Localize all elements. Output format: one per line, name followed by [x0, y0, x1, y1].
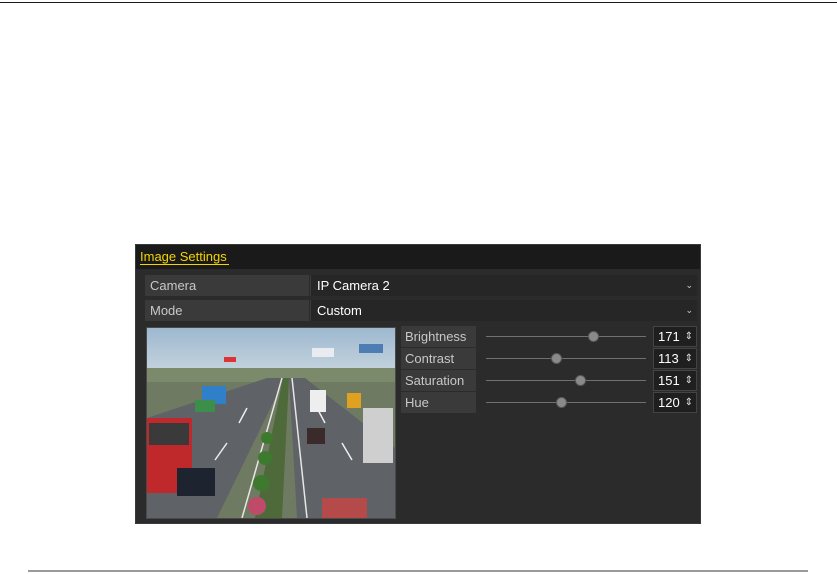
saturation-label: Saturation [401, 370, 476, 391]
contrast-label: Contrast [401, 348, 476, 369]
saturation-adjuster: Saturation 151 ⇕ [401, 370, 697, 391]
chevron-down-icon[interactable]: ⌄ [685, 275, 693, 296]
mode-row: Mode Custom ⌄ [145, 300, 697, 321]
contrast-value[interactable]: 113 ⇕ [653, 348, 697, 369]
top-rule [0, 2, 837, 3]
brightness-value-text: 171 [658, 329, 680, 344]
brightness-slider-track[interactable] [486, 336, 646, 337]
hue-label: Hue [401, 392, 476, 413]
camera-select-value: IP Camera 2 [317, 278, 390, 293]
camera-preview [146, 327, 396, 519]
brightness-value[interactable]: 171 ⇕ [653, 326, 697, 347]
panel-title: Image Settings [140, 249, 229, 265]
brightness-label: Brightness [401, 326, 476, 347]
contrast-slider-track[interactable] [486, 358, 646, 359]
contrast-adjuster: Contrast 113 ⇕ [401, 348, 697, 369]
hue-slider-thumb[interactable] [555, 397, 567, 408]
camera-select[interactable]: IP Camera 2 ⌄ [311, 275, 697, 296]
mode-select[interactable]: Custom ⌄ [311, 300, 697, 321]
spinner-arrows-icon[interactable]: ⇕ [685, 327, 693, 346]
brightness-slider-thumb[interactable] [587, 331, 599, 342]
bottom-rule [28, 570, 808, 572]
spinner-arrows-icon[interactable]: ⇕ [685, 349, 693, 368]
mode-select-value: Custom [317, 303, 362, 318]
brightness-adjuster: Brightness 171 ⇕ [401, 326, 697, 347]
spinner-arrows-icon[interactable]: ⇕ [685, 371, 693, 390]
saturation-slider-track[interactable] [486, 380, 646, 381]
mode-label: Mode [145, 300, 310, 321]
camera-label: Camera [145, 275, 310, 296]
hue-value-text: 120 [658, 395, 680, 410]
hue-value[interactable]: 120 ⇕ [653, 392, 697, 413]
spinner-arrows-icon[interactable]: ⇕ [685, 393, 693, 412]
chevron-down-icon[interactable]: ⌄ [685, 300, 693, 321]
hue-adjuster: Hue 120 ⇕ [401, 392, 697, 413]
highway-preview-image [147, 328, 395, 518]
contrast-value-text: 113 [658, 351, 679, 366]
image-settings-panel: Image Settings Camera IP Camera 2 ⌄ Mode… [135, 244, 701, 524]
panel-header: Image Settings [136, 245, 700, 269]
saturation-slider-thumb[interactable] [575, 375, 587, 386]
camera-row: Camera IP Camera 2 ⌄ [145, 275, 697, 296]
saturation-value-text: 151 [658, 373, 680, 388]
contrast-slider-thumb[interactable] [551, 353, 563, 364]
saturation-value[interactable]: 151 ⇕ [653, 370, 697, 391]
